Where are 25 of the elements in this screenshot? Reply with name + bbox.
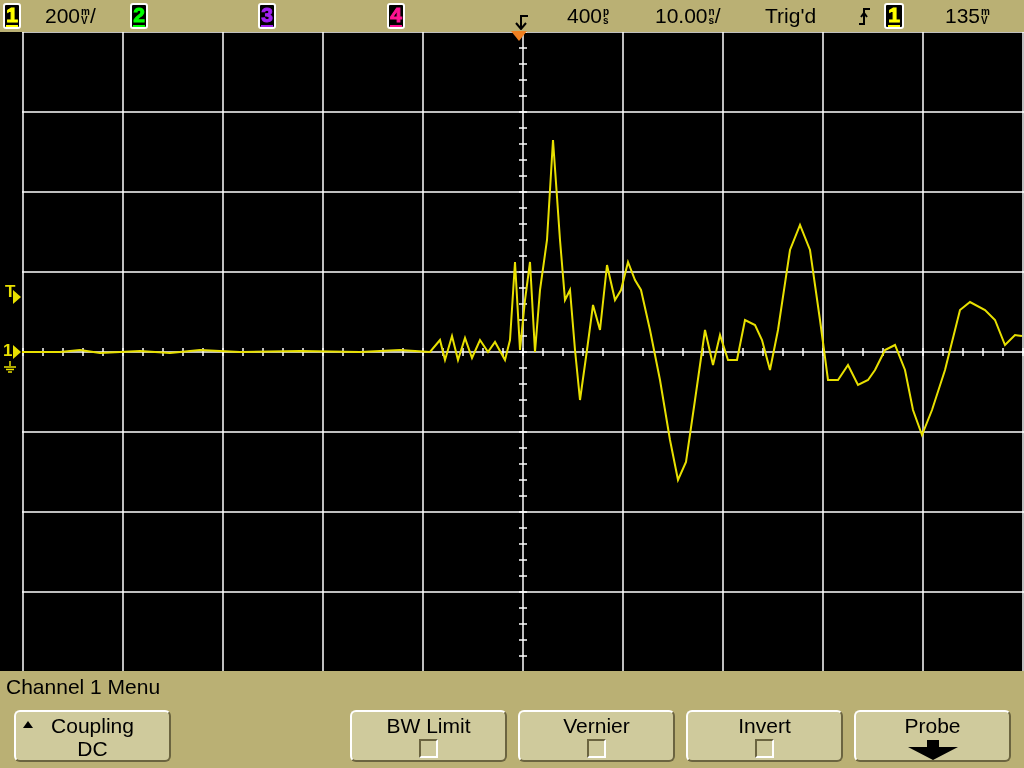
timebase-value: 10.00 (655, 4, 708, 28)
rising-edge-icon (858, 7, 871, 25)
trigger-level-value: 135 (945, 4, 981, 28)
per-division-mark: / (89, 4, 96, 28)
delay-unit: p s (603, 7, 610, 25)
ground-icon (4, 361, 16, 373)
up-arrow-icon (23, 721, 33, 728)
menu-title: Channel 1 Menu (6, 674, 161, 700)
softkey-button[interactable]: BW Limit (350, 710, 507, 762)
trigger-level-unit: m V (981, 7, 990, 25)
per-division-mark: / (714, 4, 721, 28)
channel-scale-value: 200 (45, 4, 81, 28)
channel-scale-unit: m V (81, 7, 90, 25)
timebase-unit: n s (708, 7, 715, 25)
trigger-position-icon (515, 15, 529, 30)
softkey-button[interactable]: Vernier (518, 710, 675, 762)
down-arrow-icon (907, 740, 958, 760)
trigger-status: Trig'd (765, 4, 818, 28)
channel-marker: 1 (3, 341, 13, 361)
pointer-icon (13, 345, 21, 359)
softkey-button[interactable]: Coupling DC (14, 710, 171, 762)
trigger-level-marker: T (5, 282, 16, 302)
softkey-button[interactable]: Invert (686, 710, 843, 762)
softkey-button[interactable]: Probe (854, 710, 1011, 762)
delay-value: 400 (567, 4, 603, 28)
